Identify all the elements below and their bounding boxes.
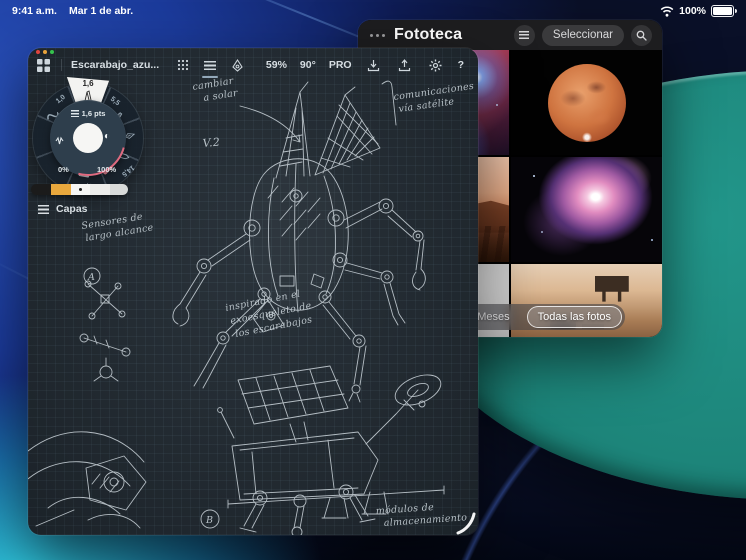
precision-grid-icon <box>177 59 189 71</box>
export-icon <box>398 59 411 72</box>
gallery-icon <box>37 59 50 72</box>
opacity-max-label: 100% <box>97 165 116 174</box>
color-swatch-bar <box>31 184 128 195</box>
settings-gear-icon <box>429 59 442 72</box>
stroke-width-icon <box>71 110 79 117</box>
selection-button[interactable] <box>228 56 246 74</box>
rotation-value[interactable]: 90° <box>300 59 316 71</box>
battery-percent: 100% <box>679 5 706 17</box>
zoom-level[interactable]: 59% <box>266 59 287 71</box>
photos-header: Fototeca Seleccionar <box>358 20 662 50</box>
photo-thumbnail-mars-planet[interactable] <box>511 50 662 155</box>
import-button[interactable] <box>365 56 383 74</box>
annotation-text: V.2 <box>202 136 220 150</box>
document-title[interactable]: Escarabajo_azu... <box>71 59 157 71</box>
status-bar: 9:41 a.m. Mar 1 de abr. 100% <box>0 0 746 22</box>
swatch-white-selected[interactable] <box>71 184 90 195</box>
select-button[interactable]: Seleccionar <box>542 25 624 46</box>
layers-icon <box>38 205 49 214</box>
marker-letter-b: B <box>205 515 213 526</box>
sketch-toolbar: Escarabajo_azu... 59% 90° PRO <box>28 54 478 76</box>
precision-button[interactable] <box>174 56 192 74</box>
filter-lines-icon <box>519 31 529 39</box>
divider <box>61 59 62 71</box>
search-button[interactable] <box>631 25 652 46</box>
zoom-option-months[interactable]: Meses <box>477 311 509 323</box>
swatch-amber[interactable] <box>51 184 71 195</box>
help-button[interactable]: ? <box>458 59 464 71</box>
filter-button[interactable] <box>514 25 535 46</box>
import-icon <box>367 59 380 72</box>
marker-letter-a: A <box>87 272 95 283</box>
export-button[interactable] <box>396 56 414 74</box>
window-menu-ellipsis-icon[interactable] <box>370 34 385 37</box>
sketch-window: cambiar a solar comunicaciones vía satél… <box>28 48 478 535</box>
tool-wheel-center-color[interactable] <box>73 123 103 153</box>
active-tool-size: 1,6 <box>82 79 93 88</box>
status-date: Mar 1 de abr. <box>69 5 133 17</box>
stroke-width-readout: 1,6 pts <box>50 109 126 118</box>
tool-sets-icon <box>204 61 216 70</box>
swatch-black[interactable] <box>31 184 51 195</box>
zoom-option-all-photos[interactable]: Todas las fotos <box>527 306 622 328</box>
stroke-width-value: 1,6 pts <box>82 109 106 118</box>
tool-wheel[interactable]: 1,6 1,0 5,5 14,5 6,0 1,6 pts <box>33 83 143 193</box>
layers-button[interactable]: Capas <box>38 203 88 215</box>
gallery-button[interactable] <box>34 56 52 74</box>
status-time: 9:41 a.m. <box>12 5 57 17</box>
opacity-icon: ◐ <box>104 131 110 142</box>
selection-nib-icon <box>231 59 244 72</box>
battery-icon <box>711 5 734 17</box>
tool-sets-button[interactable] <box>201 56 219 74</box>
opacity-min-label: 0% <box>58 165 69 174</box>
settings-button[interactable] <box>427 56 445 74</box>
pro-badge[interactable]: PRO <box>329 59 352 71</box>
photo-thumbnail-orion-nebula[interactable] <box>511 157 662 262</box>
wifi-icon <box>660 6 674 17</box>
swatch-offwhite[interactable] <box>90 184 110 195</box>
photos-app-title: Fototeca <box>394 26 462 44</box>
swatch-gray[interactable] <box>110 184 128 195</box>
pressure-icon <box>55 133 64 151</box>
magnifier-icon <box>636 30 647 41</box>
layers-label: Capas <box>56 203 88 215</box>
